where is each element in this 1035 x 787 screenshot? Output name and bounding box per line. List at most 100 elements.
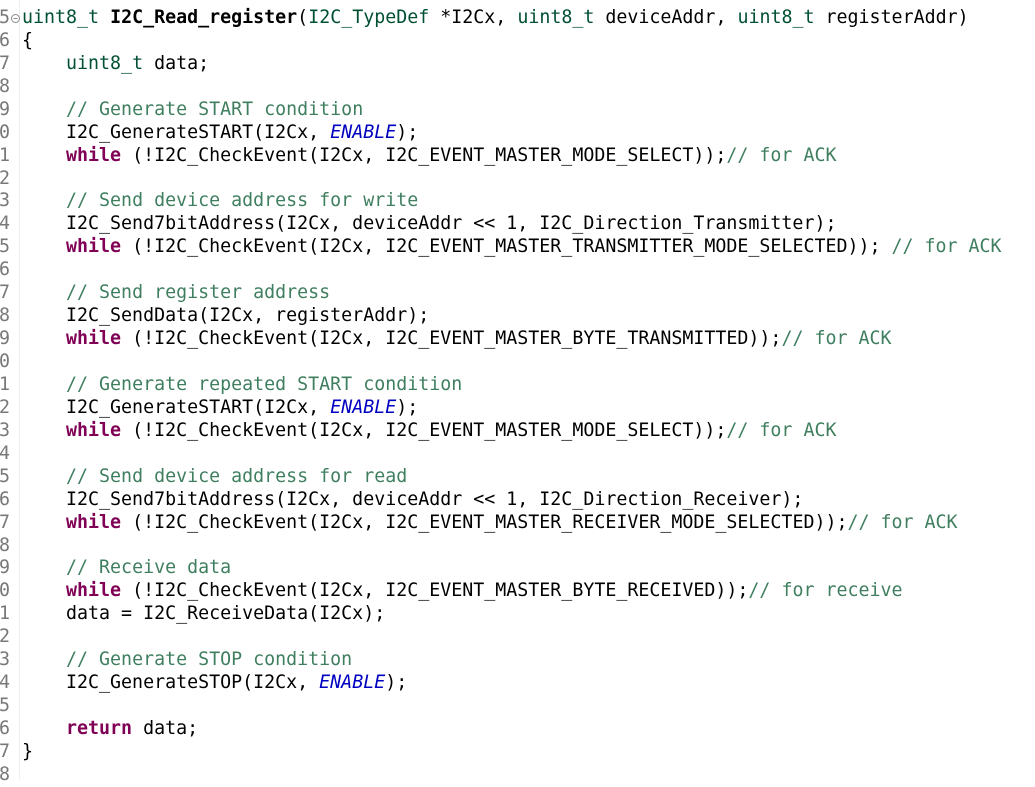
code-line[interactable]: 5 // Send device address for read	[0, 466, 1035, 489]
code-text: registerAddr)	[814, 6, 969, 28]
line-number: 0	[0, 580, 10, 602]
code-line[interactable]: 6	[0, 259, 1035, 282]
code-line[interactable]: 8 I2C_SendData(I2Cx, registerAddr);	[0, 305, 1035, 328]
comment-token: // for ACK	[781, 328, 892, 350]
code-line[interactable]: 6 I2C_Send7bitAddress(I2Cx, deviceAddr <…	[0, 489, 1035, 512]
code-text: data;	[143, 52, 210, 74]
code-line[interactable]: 7 uint8_t data;	[0, 53, 1035, 76]
code-line[interactable]: 8	[0, 76, 1035, 99]
code-line[interactable]: 7}	[0, 741, 1035, 764]
code-text: I2C_Send7bitAddress(I2Cx, deviceAddr << …	[22, 213, 837, 235]
code-content: // Generate START condition	[22, 99, 363, 122]
line-number: 4	[0, 672, 10, 694]
code-editor[interactable]: 45−uint8_t I2C_Read_register(I2C_TypeDef…	[0, 0, 1035, 787]
line-number: 2	[0, 626, 10, 648]
comment-token: // Generate START condition	[66, 98, 364, 120]
code-line[interactable]: 5	[0, 695, 1035, 718]
code-text: (!I2C_CheckEvent(I2Cx, I2C_EVENT_MASTER_…	[121, 511, 848, 533]
code-line[interactable]: 6 return data;	[0, 718, 1035, 741]
code-line[interactable]: 3 // Generate STOP condition	[0, 649, 1035, 672]
code-line[interactable]: 2	[0, 168, 1035, 191]
code-content: uint8_t I2C_Read_register(I2C_TypeDef *I…	[22, 7, 969, 30]
code-line[interactable]: 1 // Generate repeated START condition	[0, 374, 1035, 397]
code-text: data;	[132, 718, 199, 739]
code-line[interactable]: 1 while (!I2C_CheckEvent(I2Cx, I2C_EVENT…	[0, 145, 1035, 168]
comment-token: // Send device address for write	[66, 190, 419, 212]
macro-token: ENABLE	[330, 121, 397, 143]
macro-token: ENABLE	[330, 396, 397, 418]
line-number: 3	[0, 419, 10, 441]
code-text: (!I2C_CheckEvent(I2Cx, I2C_EVENT_MASTER_…	[121, 328, 782, 350]
code-line[interactable]: 4	[0, 443, 1035, 466]
code-line[interactable]: 0	[0, 351, 1035, 374]
code-text: (!I2C_CheckEvent(I2Cx, I2C_EVENT_MASTER_…	[121, 580, 749, 602]
type-token: uint8_t	[737, 6, 815, 28]
code-content: I2C_Send7bitAddress(I2Cx, deviceAddr << …	[22, 213, 836, 236]
line-number: 5	[0, 6, 10, 28]
code-content: while (!I2C_CheckEvent(I2Cx, I2C_EVENT_M…	[22, 328, 892, 351]
keyword-token: return	[66, 718, 133, 739]
code-content: while (!I2C_CheckEvent(I2Cx, I2C_EVENT_M…	[22, 512, 958, 535]
code-text: {	[22, 29, 34, 51]
code-content: uint8_t data;	[22, 53, 209, 76]
code-line[interactable]: 0 I2C_GenerateSTART(I2Cx, ENABLE);	[0, 122, 1035, 145]
code-content: while (!I2C_CheckEvent(I2Cx, I2C_EVENT_M…	[22, 236, 1002, 259]
code-line[interactable]: 2	[0, 626, 1035, 649]
type-token: I2C_TypeDef	[308, 6, 430, 28]
code-line[interactable]: 8	[0, 535, 1035, 558]
line-number: 6	[0, 718, 10, 739]
code-content: data = I2C_ReceiveData(I2Cx);	[22, 603, 385, 626]
keyword-token: while	[66, 511, 122, 533]
line-number: 1	[0, 603, 10, 625]
code-line[interactable]: 5− uint8_t I2C_Read_register(I2C_TypeDef …	[0, 7, 1035, 30]
code-content: while (!I2C_CheckEvent(I2Cx, I2C_EVENT_M…	[22, 580, 902, 603]
code-line[interactable]: 2 I2C_GenerateSTART(I2Cx, ENABLE);	[0, 397, 1035, 420]
code-text: }	[22, 740, 34, 762]
comment-token: // Generate repeated START condition	[66, 373, 463, 395]
code-line[interactable]: 3 while (!I2C_CheckEvent(I2Cx, I2C_EVENT…	[0, 420, 1035, 443]
code-line[interactable]: 6{	[0, 30, 1035, 53]
line-number: 5	[0, 236, 10, 258]
code-line[interactable]: 8	[0, 764, 1035, 787]
line-number: 7	[0, 511, 10, 533]
line-number: 7	[0, 740, 10, 762]
code-content: // Generate STOP condition	[22, 649, 352, 672]
code-line[interactable]: 9 while (!I2C_CheckEvent(I2Cx, I2C_EVENT…	[0, 328, 1035, 351]
code-line[interactable]: 9 // Generate START condition	[0, 99, 1035, 122]
code-line[interactable]: 1 data = I2C_ReceiveData(I2Cx);	[0, 603, 1035, 626]
code-line[interactable]: 9 // Receive data	[0, 557, 1035, 580]
code-line[interactable]: 4 I2C_Send7bitAddress(I2Cx, deviceAddr <…	[0, 213, 1035, 236]
line-number: 9	[0, 98, 10, 120]
line-number: 4	[0, 442, 10, 464]
code-line[interactable]: 3 // Send device address for write	[0, 190, 1035, 213]
collapse-minus-icon[interactable]: −	[11, 13, 20, 23]
keyword-token: while	[66, 144, 122, 166]
code-line[interactable]: 7 // Send register address	[0, 282, 1035, 305]
code-content: // Receive data	[22, 557, 231, 580]
comment-token: // for ACK	[726, 144, 837, 166]
line-number: 8	[0, 305, 10, 327]
line-number: 9	[0, 328, 10, 350]
code-line[interactable]: 4	[0, 0, 1035, 7]
code-line[interactable]: 5 while (!I2C_CheckEvent(I2Cx, I2C_EVENT…	[0, 236, 1035, 259]
keyword-token: while	[66, 580, 122, 602]
code-line[interactable]: 4 I2C_GenerateSTOP(I2Cx, ENABLE);	[0, 672, 1035, 695]
code-content: I2C_SendData(I2Cx, registerAddr);	[22, 305, 429, 328]
line-number: 3	[0, 190, 10, 212]
code-content: // Send device address for read	[22, 466, 407, 489]
code-text: );	[396, 396, 419, 418]
code-line[interactable]: 7 while (!I2C_CheckEvent(I2Cx, I2C_EVENT…	[0, 512, 1035, 535]
code-text: *I2Cx,	[429, 6, 518, 28]
code-line[interactable]: 0 while (!I2C_CheckEvent(I2Cx, I2C_EVENT…	[0, 580, 1035, 603]
code-content: // Generate repeated START condition	[22, 374, 462, 397]
